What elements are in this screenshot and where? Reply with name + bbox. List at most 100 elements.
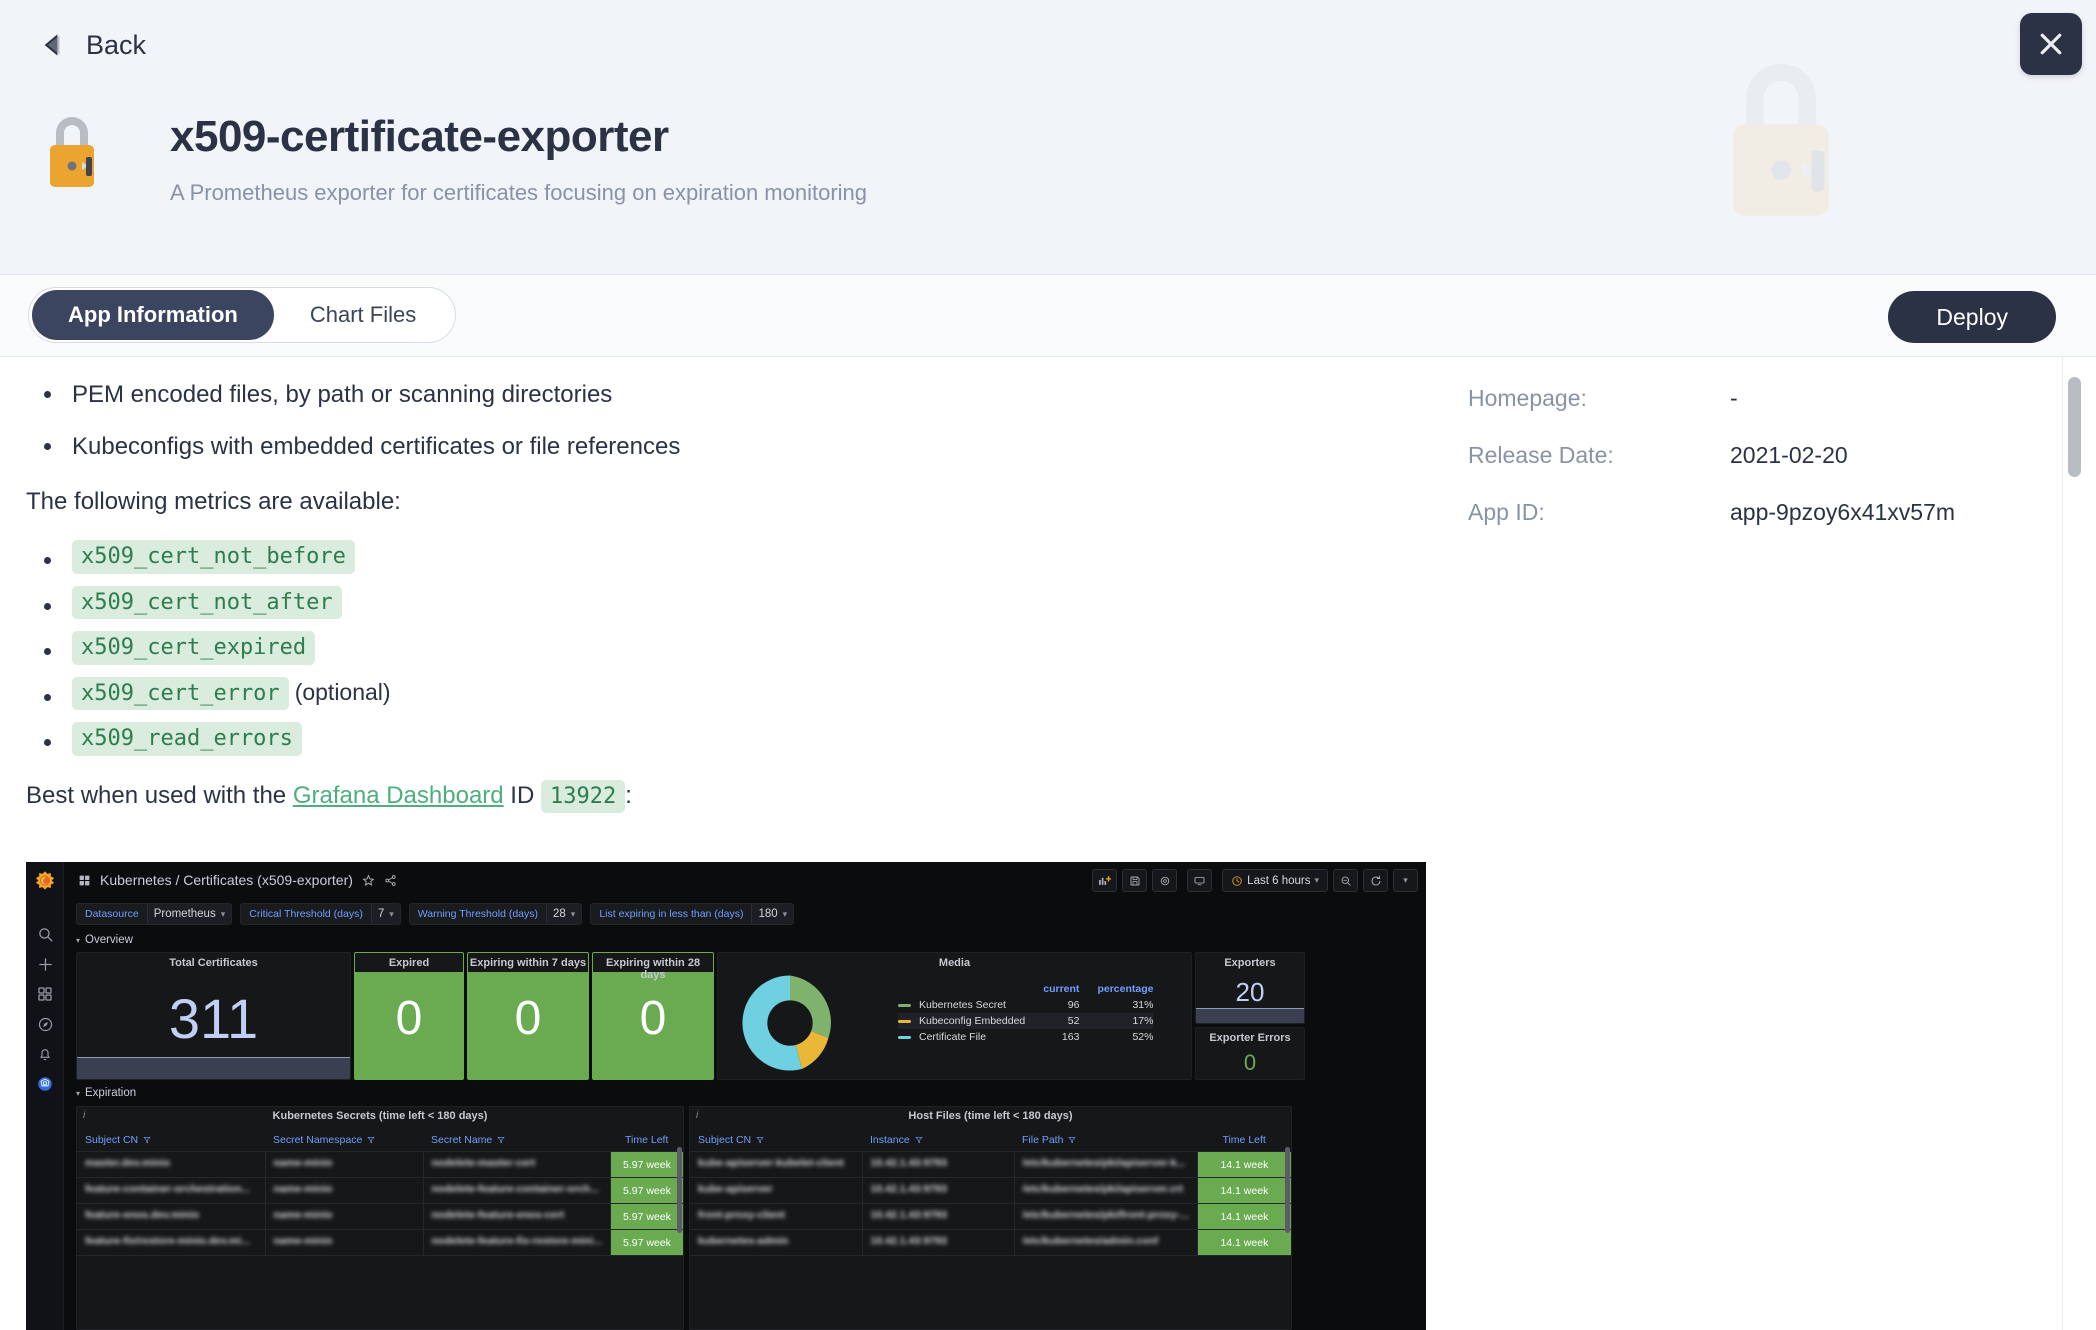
pie-panel-media[interactable]: Media current [717,952,1192,1080]
chevron-down-icon: ▾ [389,909,394,920]
column-header[interactable]: Secret Name [423,1129,610,1152]
variable-value[interactable]: 180▾ [751,903,793,925]
cell-secret-name: nodelete-master-cert [432,1157,536,1169]
variable-list-expiring[interactable]: List expiring in less than (days) 180▾ [590,903,794,925]
zoom-out-icon[interactable] [1333,869,1358,892]
deploy-button[interactable]: Deploy [1888,291,2056,343]
stat-panel-exporter-errors[interactable]: Exporter Errors 0 [1195,1027,1305,1080]
close-button[interactable] [2020,13,2082,75]
table-row[interactable]: master.dev.minio name-minio nodelete-mas… [77,1152,683,1178]
secrets-table: Subject CN Secret Namespace Secret Name … [77,1129,683,1256]
back-button[interactable]: Back [34,28,146,62]
table-row[interactable]: feature-enos.dev.minio name-minio nodele… [77,1204,683,1230]
column-header[interactable]: Time Left [610,1129,683,1152]
page-subtitle: A Prometheus exporter for certificates f… [170,180,867,206]
best-suffix: : [625,782,632,809]
column-header[interactable]: Subject CN [77,1129,265,1152]
variable-value[interactable]: 28▾ [546,903,581,925]
stat-panel-expiring-28-days[interactable]: Expiring within 28 days 0 [592,952,714,1080]
cell-subject-cn: feature-container-orchestration... [85,1183,250,1195]
table-panel-host-files[interactable]: i Host Files (time left < 180 days) Subj… [689,1106,1292,1330]
variable-critical-threshold[interactable]: Critical Threshold (days) 7▾ [240,903,401,925]
grafana-logo-icon[interactable] [35,870,55,890]
stat-value: 0 [1196,1052,1304,1074]
variable-value[interactable]: Prometheus▾ [147,903,232,925]
chevron-down-icon: ▾ [76,1089,80,1098]
legend-col-percentage: percentage [1079,981,1153,997]
column-header[interactable]: File Path [1014,1129,1197,1152]
stat-panel-exporters[interactable]: Exporters 20 [1195,952,1305,1024]
legend-row[interactable]: Kubeconfig Embedded 52 17% [898,1013,1153,1029]
row-header-expiration[interactable]: ▾ Expiration [76,1087,136,1099]
legend-current: 163 [1025,1029,1079,1045]
legend-row[interactable]: Kubernetes Secret 96 31% [898,997,1153,1013]
cell-subject-cn: kube-apiserver-kubelet-client [698,1157,844,1169]
variable-value[interactable]: 7▾ [371,903,400,925]
app-detail-page: Back x509-certificate-exporter A Prometh… [0,0,2096,1330]
filter-icon [367,1136,375,1144]
table-row[interactable]: kubernetes-admin 10.42.1.43:9793 /etc/ku… [690,1230,1291,1256]
list-item: x509_cert_not_before [26,540,1400,574]
search-icon[interactable] [35,924,55,944]
time-range-picker[interactable]: Last 6 hours ▾ [1222,869,1328,892]
content-scrollbar-thumb[interactable] [2068,377,2081,477]
cell-instance: 10.42.1.43:9793 [871,1183,947,1195]
tab-app-information[interactable]: App Information [32,290,274,340]
grafana-titlebar: Kubernetes / Certificates (x509-exporter… [64,862,1426,898]
table-row[interactable]: feature-container-orchestration... name-… [77,1178,683,1204]
legend-row[interactable]: Certificate File 163 52% [898,1029,1153,1045]
grafana-dashboard-line: Best when used with the Grafana Dashboar… [26,780,1400,814]
stat-panel-expiring-7-days[interactable]: Expiring within 7 days 0 [467,952,589,1080]
meta-row-release-date: Release Date: 2021-02-20 [1468,442,2048,469]
panel-title: Expiring within 28 days [593,957,713,981]
stat-panel-expired[interactable]: Expired 0 [354,952,464,1080]
table-panel-kubernetes-secrets[interactable]: i Kubernetes Secrets (time left < 180 da… [76,1106,684,1330]
table-scrollbar[interactable] [1285,1147,1290,1233]
kubernetes-icon[interactable] [35,1074,55,1094]
row-header-overview[interactable]: ▾ Overview [76,934,133,946]
add-panel-icon[interactable] [1092,869,1117,892]
table-row[interactable]: kube-apiserver-kubelet-client 10.42.1.43… [690,1152,1291,1178]
refresh-interval-dropdown[interactable]: ▾ [1393,869,1418,892]
capability-list: PEM encoded files, by path or scanning d… [26,379,1400,462]
cell-subject-cn: master.dev.minio [85,1157,170,1169]
filter-icon [497,1136,505,1144]
tab-chart-files[interactable]: Chart Files [274,290,452,340]
share-icon[interactable] [384,874,397,887]
column-header[interactable]: Instance [862,1129,1014,1152]
table-row[interactable]: kube-apiserver 10.42.1.43:9793 /etc/kube… [690,1178,1291,1204]
content-scrollbar-track[interactable] [2062,357,2084,1330]
grafana-dashboard-link[interactable]: Grafana Dashboard [293,782,504,809]
refresh-icon[interactable] [1363,869,1388,892]
table-row[interactable]: feature-fix/restore-minio.dev.mi... name… [77,1230,683,1256]
metric-code: x509_cert_not_before [72,540,355,574]
column-header[interactable]: Time Left [1197,1129,1291,1152]
column-header[interactable]: Subject CN [690,1129,862,1152]
dashboards-icon[interactable] [35,984,55,1004]
legend-percentage: 31% [1079,997,1153,1013]
column-header[interactable]: Secret Namespace [265,1129,423,1152]
legend-swatch [898,1036,911,1039]
save-dashboard-icon[interactable] [1122,869,1147,892]
cell-time-left: 14.1 week [1197,1178,1291,1204]
table-scrollbar[interactable] [677,1147,682,1233]
variable-warning-threshold[interactable]: Warning Threshold (days) 28▾ [409,903,583,925]
tv-mode-icon[interactable] [1187,869,1212,892]
variable-label: Critical Threshold (days) [241,908,371,920]
chevron-down-icon: ▾ [1314,875,1319,886]
clock-icon [1231,875,1243,887]
stat-panel-total-certificates[interactable]: Total Certificates 311 [76,952,351,1080]
compass-icon[interactable] [35,1014,55,1034]
hostfiles-table: Subject CN Instance File Path Time Left … [690,1129,1291,1256]
metric-code: x509_cert_error [72,677,289,711]
plus-icon[interactable] [35,954,55,974]
dashboard-settings-icon[interactable] [1152,869,1177,892]
list-item: x509_cert_error(optional) [26,677,1400,711]
bell-icon[interactable] [35,1044,55,1064]
star-icon[interactable] [362,874,375,887]
legend-percentage: 52% [1079,1029,1153,1045]
variable-datasource[interactable]: Datasource Prometheus▾ [76,903,232,925]
table-header-row: Subject CN Secret Namespace Secret Name … [77,1129,683,1152]
content-scroll-area[interactable]: PEM encoded files, by path or scanning d… [0,357,2096,1330]
table-row[interactable]: front-proxy-client 10.42.1.43:9793 /etc/… [690,1204,1291,1230]
